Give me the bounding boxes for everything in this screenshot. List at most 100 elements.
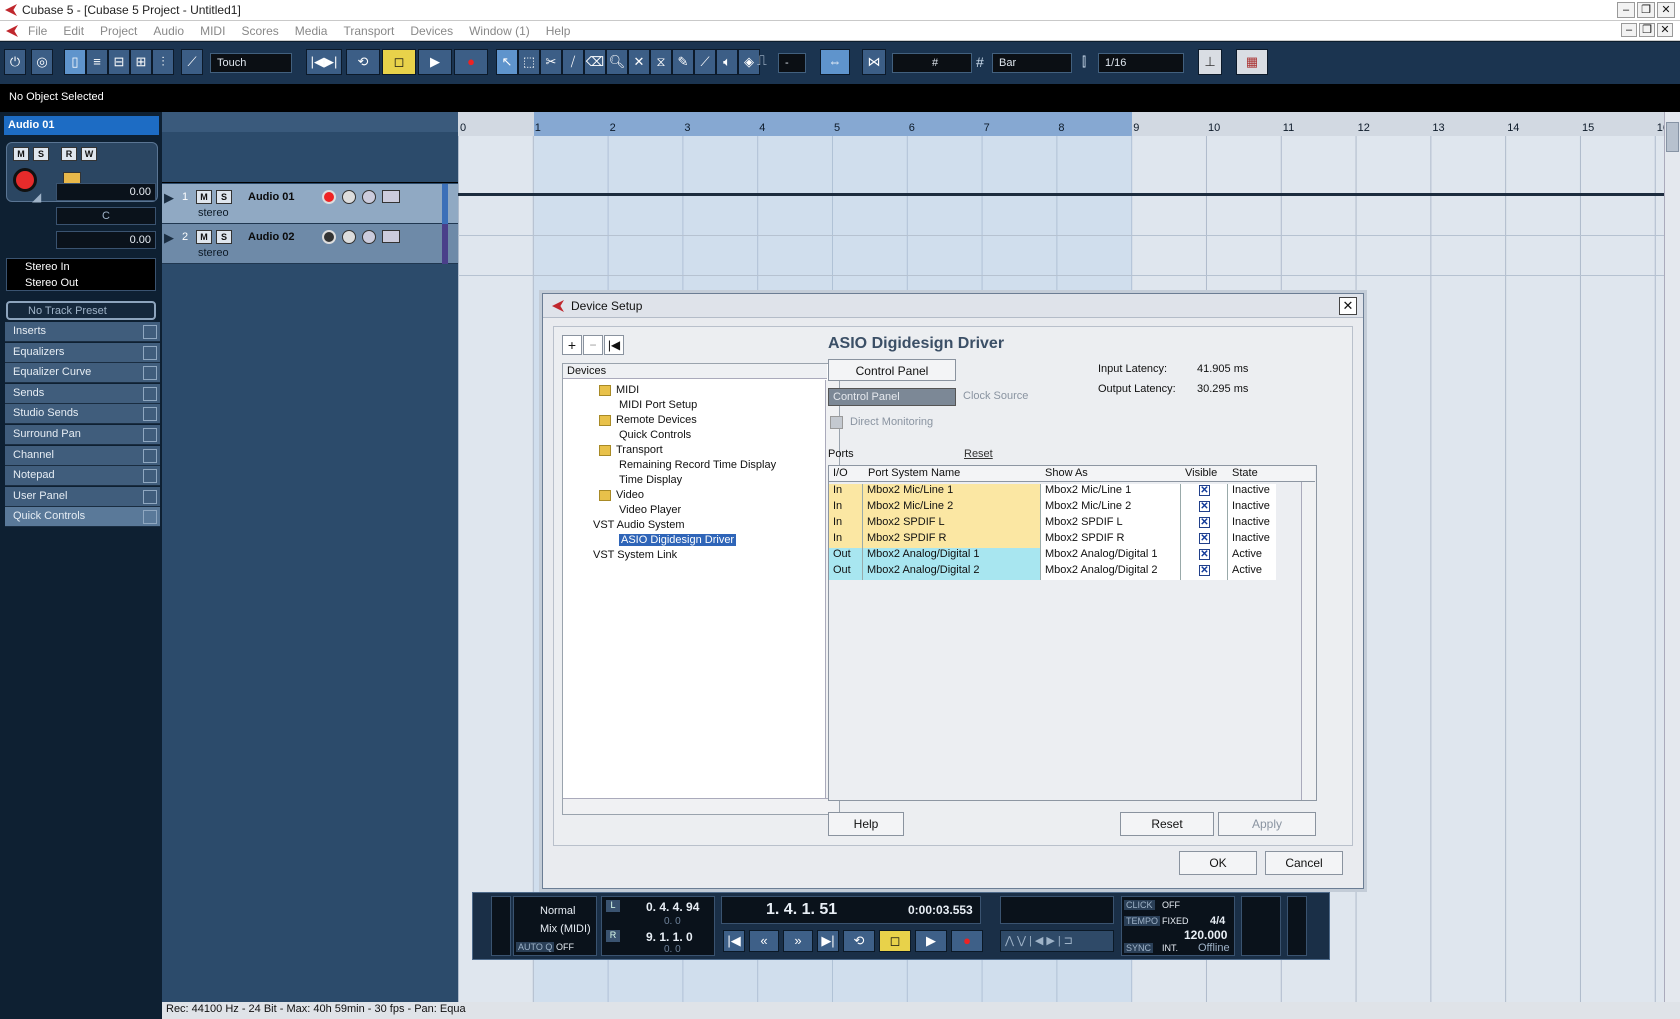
track-edit-icon[interactable] <box>362 190 376 204</box>
right-locator[interactable]: 9. 1. 1. 0 <box>646 930 693 944</box>
sync-mode[interactable]: INT. <box>1162 943 1178 953</box>
position-bars[interactable]: 1. 4. 1. 51 <box>766 901 837 919</box>
port-visible-checkbox[interactable]: ✕ <box>1199 565 1210 576</box>
record-enable-button[interactable] <box>13 168 37 192</box>
transport-end-button[interactable]: ▶| <box>817 930 839 952</box>
menu-edit[interactable]: Edit <box>63 24 84 38</box>
port-show-as[interactable]: Mbox2 Analog/Digital 2 <box>1041 564 1181 580</box>
left-locator-icon[interactable]: L <box>606 900 620 912</box>
right-locator-icon[interactable]: R <box>606 930 620 942</box>
inspector-section-inserts[interactable]: Inserts <box>5 322 160 342</box>
track-name[interactable]: Audio 02 <box>248 231 294 243</box>
snap-button[interactable]: ⋈ <box>862 49 886 75</box>
tree-item-vst-audio-system[interactable]: VST Audio System <box>593 519 685 531</box>
track-solo-button[interactable]: S <box>216 190 232 204</box>
track-preset[interactable]: No Track Preset <box>6 301 156 320</box>
menu-devices[interactable]: Devices <box>410 24 453 38</box>
track-mute-button[interactable]: M <box>196 190 212 204</box>
tempo-mode[interactable]: FIXED <box>1162 916 1189 926</box>
draw-tool-icon[interactable]: ✎ <box>672 49 694 75</box>
transport-play-button[interactable]: ▶ <box>915 930 947 952</box>
snap-to-zero-icon[interactable]: ⊥ <box>1198 49 1222 75</box>
go-to-start-button[interactable]: |◀▶| <box>306 49 342 75</box>
position-time[interactable]: 0:00:03.553 <box>908 903 973 917</box>
tree-item-video-player[interactable]: Video Player <box>619 504 681 516</box>
doc-minimize-icon[interactable]: – <box>1621 23 1637 37</box>
menu-audio[interactable]: Audio <box>153 24 184 38</box>
port-row[interactable]: In Mbox2 SPDIF R Mbox2 SPDIF R ✕ Inactive <box>829 531 1276 548</box>
autoscroll-button[interactable]: ⇔ <box>820 49 850 75</box>
inspector-section-quick-controls[interactable]: Quick Controls <box>5 507 160 528</box>
auto-q-state[interactable]: OFF <box>556 942 574 952</box>
menu-transport[interactable]: Transport <box>343 24 394 38</box>
track-solo-button[interactable]: S <box>216 230 232 244</box>
port-row[interactable]: Out Mbox2 Analog/Digital 2 Mbox2 Analog/Di… <box>829 563 1276 580</box>
inspector-section-channel[interactable]: Channel <box>5 445 160 466</box>
menu-media[interactable]: Media <box>295 24 328 38</box>
ports-vscroll[interactable] <box>1301 482 1316 800</box>
solo-button[interactable]: S <box>33 147 49 161</box>
tree-item-remote-devices[interactable]: Remote Devices <box>599 414 697 426</box>
time-warp-tool-icon[interactable]: ⧖ <box>650 49 672 75</box>
show-overview-icon[interactable]: ⊟ <box>108 49 130 75</box>
minimize-icon[interactable]: – <box>1617 2 1635 18</box>
port-row[interactable]: In Mbox2 Mic/Line 2 Mbox2 Mic/Line 2 ✕ Inact… <box>829 499 1276 516</box>
stop-button[interactable]: ◻ <box>382 49 416 75</box>
section-toggle-icon[interactable] <box>143 448 157 463</box>
automation-mode-select[interactable]: Touch <box>210 53 292 73</box>
restore-icon[interactable]: ❐ <box>1637 2 1655 18</box>
record-mode[interactable]: Normal <box>540 905 575 917</box>
transport-stop-button[interactable]: ◻ <box>879 930 911 952</box>
section-toggle-icon[interactable] <box>143 428 157 442</box>
tree-item-midi-port-setup[interactable]: MIDI Port Setup <box>619 399 697 411</box>
delay-value[interactable]: 0.00 <box>56 231 156 249</box>
track-lock-icon[interactable] <box>382 230 400 243</box>
mute-tool-icon[interactable]: ✕ <box>628 49 650 75</box>
inspector-section-equalizer-curve[interactable]: Equalizer Curve <box>5 363 160 384</box>
dialog-close-icon[interactable]: ✕ <box>1339 297 1357 315</box>
automation-mode-icon[interactable]: ⟋ <box>181 49 203 75</box>
color-palette-icon[interactable]: ▦ <box>1236 49 1268 75</box>
menu-window-1-[interactable]: Window (1) <box>469 24 530 38</box>
tree-item-vst-system-link[interactable]: VST System Link <box>593 549 677 561</box>
glue-tool-icon[interactable]: ⧸ <box>562 49 584 75</box>
section-toggle-icon[interactable] <box>143 325 157 339</box>
cycle-record-mode[interactable]: Mix (MIDI) <box>540 923 591 935</box>
tree-item-asio-digidesign-driver[interactable]: ASIO Digidesign Driver <box>619 534 737 546</box>
track-name[interactable]: Audio 01 <box>248 191 294 203</box>
section-toggle-icon[interactable] <box>143 489 157 504</box>
section-toggle-icon[interactable] <box>143 386 157 401</box>
section-toggle-icon[interactable] <box>143 366 157 381</box>
show-pool-icon[interactable]: ⊞ <box>130 49 152 75</box>
vertical-scrollbar[interactable] <box>1664 112 1680 1002</box>
ruler[interactable]: 0 1 2 3 4 5 6 7 8 9 10 11 12 13 14 15 16 <box>458 112 1669 136</box>
track-monitor-icon[interactable] <box>342 190 356 204</box>
rewind-button[interactable]: « <box>749 930 779 952</box>
object-selection-tool-icon[interactable]: ↖ <box>496 49 518 75</box>
tempo-label[interactable]: TEMPO <box>1124 916 1161 926</box>
ports-reset-link[interactable]: Reset <box>964 448 993 460</box>
track-record-icon[interactable] <box>322 230 336 244</box>
ok-button[interactable]: OK <box>1179 851 1257 875</box>
section-toggle-icon[interactable] <box>143 345 157 360</box>
master-level-slider[interactable] <box>1287 896 1307 956</box>
constrain-delay-icon[interactable]: ◎ <box>31 49 53 75</box>
show-mixer-icon[interactable]: ⫶ <box>152 49 174 75</box>
range-tool-icon[interactable]: ⬚ <box>518 49 540 75</box>
input-routing[interactable]: Stereo In <box>25 261 70 273</box>
port-visible-checkbox[interactable]: ✕ <box>1199 501 1210 512</box>
sync-label[interactable]: SYNC <box>1124 943 1154 953</box>
section-toggle-icon[interactable] <box>143 469 157 484</box>
track-edit-icon[interactable] <box>362 230 376 244</box>
port-show-as[interactable]: Mbox2 Analog/Digital 1 <box>1041 548 1181 564</box>
reset-button[interactable]: Reset <box>1120 812 1214 836</box>
port-visible-checkbox[interactable]: ✕ <box>1199 533 1210 544</box>
inspector-section-studio-sends[interactable]: Studio Sends <box>5 404 160 425</box>
port-show-as[interactable]: Mbox2 Mic/Line 1 <box>1041 484 1181 500</box>
tree-item-remaining-record-time-display[interactable]: Remaining Record Time Display <box>619 459 776 471</box>
port-show-as[interactable]: Mbox2 SPDIF L <box>1041 516 1181 532</box>
transport-record-button[interactable]: ● <box>951 930 983 952</box>
direct-monitoring-checkbox[interactable] <box>830 416 843 429</box>
menu-file[interactable]: File <box>28 24 47 38</box>
snap-type-select[interactable]: Bar <box>992 53 1072 73</box>
